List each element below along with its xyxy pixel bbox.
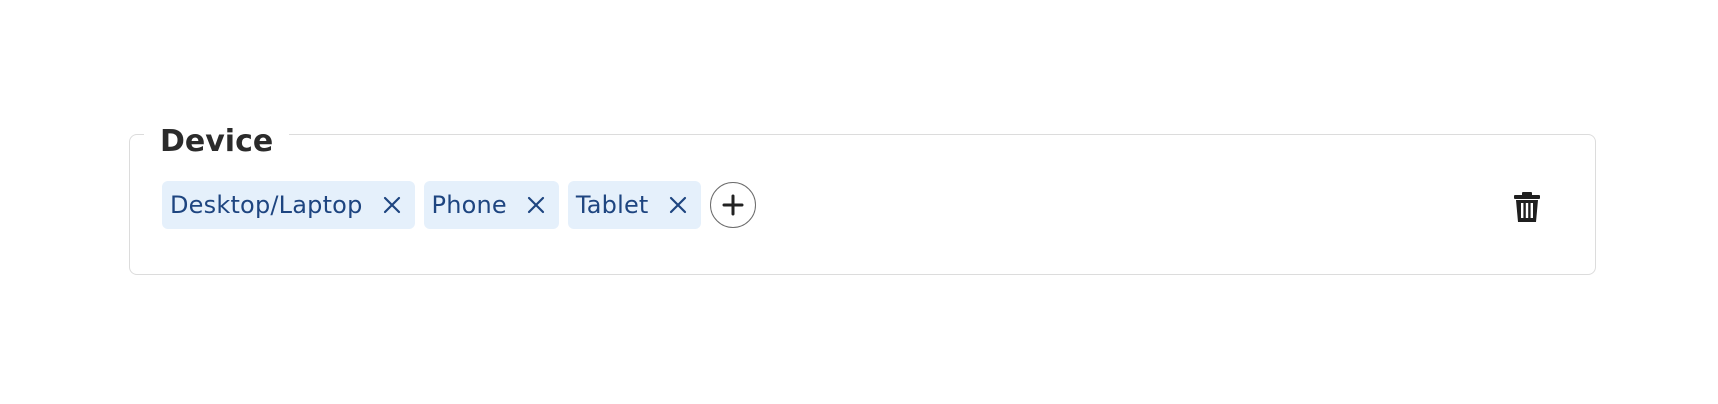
close-icon[interactable]	[667, 194, 689, 216]
close-icon[interactable]	[525, 194, 547, 216]
chip-tablet: Tablet	[567, 181, 701, 229]
chip-desktop-laptop: Desktop/Laptop	[162, 181, 415, 229]
delete-group-button[interactable]	[1511, 189, 1543, 225]
device-chip-list: Desktop/Laptop Phone Tablet	[162, 181, 756, 229]
chip-label: Phone	[431, 191, 507, 219]
chip-label: Tablet	[575, 191, 649, 219]
chip-label: Desktop/Laptop	[170, 191, 363, 219]
chip-phone: Phone	[423, 181, 559, 229]
device-filter-panel: Device Desktop/Laptop Phone Tablet	[0, 0, 1718, 404]
add-chip-button[interactable]	[709, 182, 756, 228]
close-icon[interactable]	[381, 194, 403, 216]
plus-circle-icon	[722, 194, 744, 216]
device-group-legend: Device	[144, 120, 290, 164]
trash-icon	[1514, 192, 1540, 222]
